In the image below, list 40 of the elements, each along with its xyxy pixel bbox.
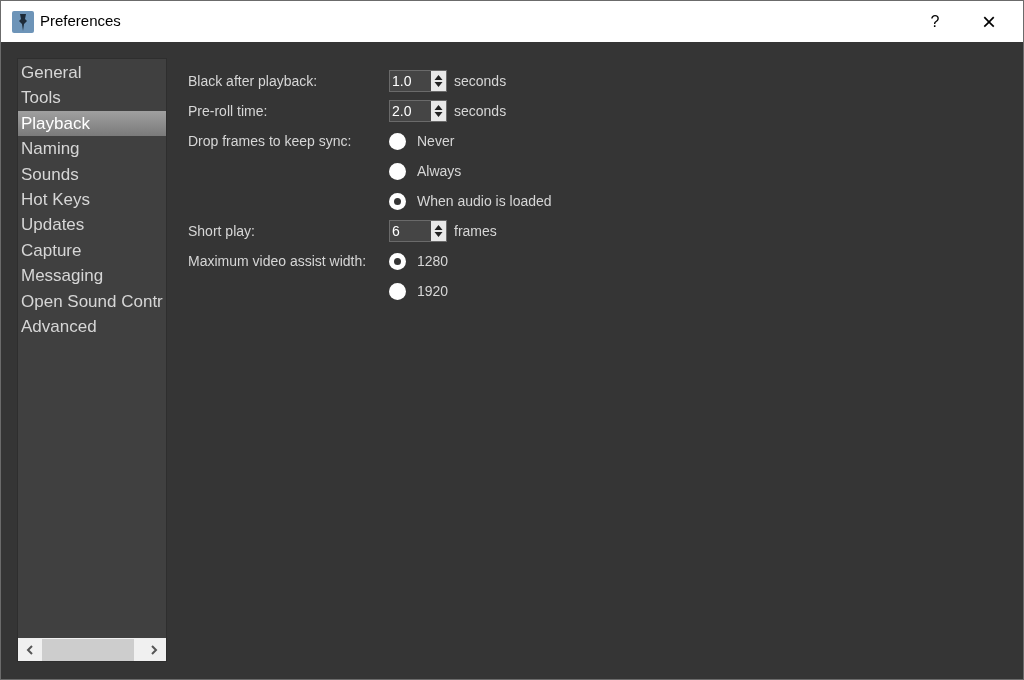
sidebar-item[interactable]: Updates [18, 212, 166, 238]
scrollbar-thumb[interactable] [42, 638, 134, 661]
spinner-arrows-icon[interactable] [431, 101, 446, 121]
sidebar-item[interactable]: Naming [18, 136, 166, 162]
sidebar-item[interactable]: Sounds [18, 161, 166, 187]
field-label: Short play: [188, 221, 255, 241]
radio-button[interactable] [389, 282, 406, 300]
sidebar-item[interactable]: Advanced [18, 313, 166, 340]
spin-box[interactable]: 6 [389, 220, 447, 242]
radio-label[interactable]: 1280 [417, 250, 449, 272]
sidebar-item[interactable]: General [18, 60, 166, 86]
sidebar-item[interactable]: Hot Keys [18, 186, 166, 213]
radio-button[interactable] [389, 192, 406, 210]
spin-box[interactable]: 2.0 [389, 100, 447, 122]
spinner-arrows-icon[interactable] [431, 71, 446, 91]
spin-box[interactable]: 1.0 [389, 70, 447, 92]
radio-button[interactable] [389, 162, 406, 180]
sidebar-item[interactable]: Tools [18, 85, 166, 111]
help-button[interactable]: ? [915, 1, 955, 42]
radio-button[interactable] [389, 132, 406, 150]
radio-button[interactable] [389, 252, 406, 270]
window-title: Preferences [40, 11, 121, 32]
unit-label: seconds [454, 71, 507, 91]
radio-label[interactable]: 1920 [417, 280, 449, 302]
sidebar-item[interactable]: Capture [18, 237, 166, 264]
unit-label: frames [454, 221, 497, 241]
unit-label: seconds [454, 101, 507, 121]
field-label: Pre-roll time: [188, 101, 268, 121]
sidebar-item[interactable]: Open Sound Contr [18, 288, 166, 314]
spinner-arrows-icon[interactable] [431, 221, 446, 241]
app-logo-icon [12, 10, 34, 33]
radio-label[interactable]: Never [417, 130, 455, 152]
field-label: Drop frames to keep sync: [188, 131, 352, 151]
sidebar-item[interactable]: Messaging [18, 263, 166, 289]
field-label: Maximum video assist width: [188, 251, 367, 271]
close-button[interactable]: × [967, 1, 1011, 42]
horizontal-scrollbar[interactable] [18, 638, 166, 661]
radio-label[interactable]: Always [417, 160, 462, 182]
field-label: Black after playback: [188, 71, 318, 91]
radio-label[interactable]: When audio is loaded [417, 190, 552, 212]
